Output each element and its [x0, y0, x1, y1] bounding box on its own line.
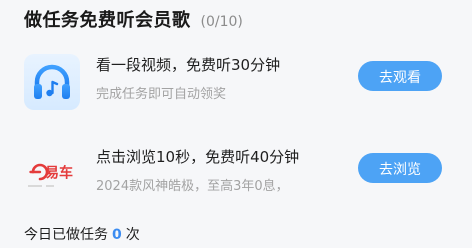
task-count: 0	[112, 227, 122, 243]
task-title: 看一段视频，免费听30分钟	[96, 56, 281, 74]
task-description: 2024款风神皓极，至高3年0息，	[96, 179, 289, 194]
section-header: 做任务免费听会员歌 (0/10)	[24, 6, 243, 31]
summary-suffix: 次	[125, 227, 140, 243]
watch-video-button[interactable]: 去观看	[358, 61, 442, 91]
section-title: 做任务免费听会员歌	[24, 10, 191, 31]
task-item-browse-ad: 易车 点击浏览10秒，免费听40分钟 2024款风神皓极，至高3年0息， 去浏览	[0, 136, 472, 208]
yiche-logo: 易车	[24, 146, 80, 202]
daily-task-summary: 今日已做任务 0 次	[24, 224, 140, 244]
task-title: 点击浏览10秒，免费听40分钟	[96, 148, 300, 166]
task-description: 完成任务即可自动领奖	[96, 87, 227, 102]
task-progress: (0/10)	[200, 14, 243, 30]
browse-button[interactable]: 去浏览	[358, 153, 442, 183]
summary-prefix: 今日已做任务	[24, 227, 108, 243]
svg-text:易车: 易车	[45, 165, 73, 182]
task-item-watch-video: 看一段视频，免费听30分钟 完成任务即可自动领奖 去观看	[0, 44, 472, 116]
headphones-music-icon	[24, 54, 80, 110]
